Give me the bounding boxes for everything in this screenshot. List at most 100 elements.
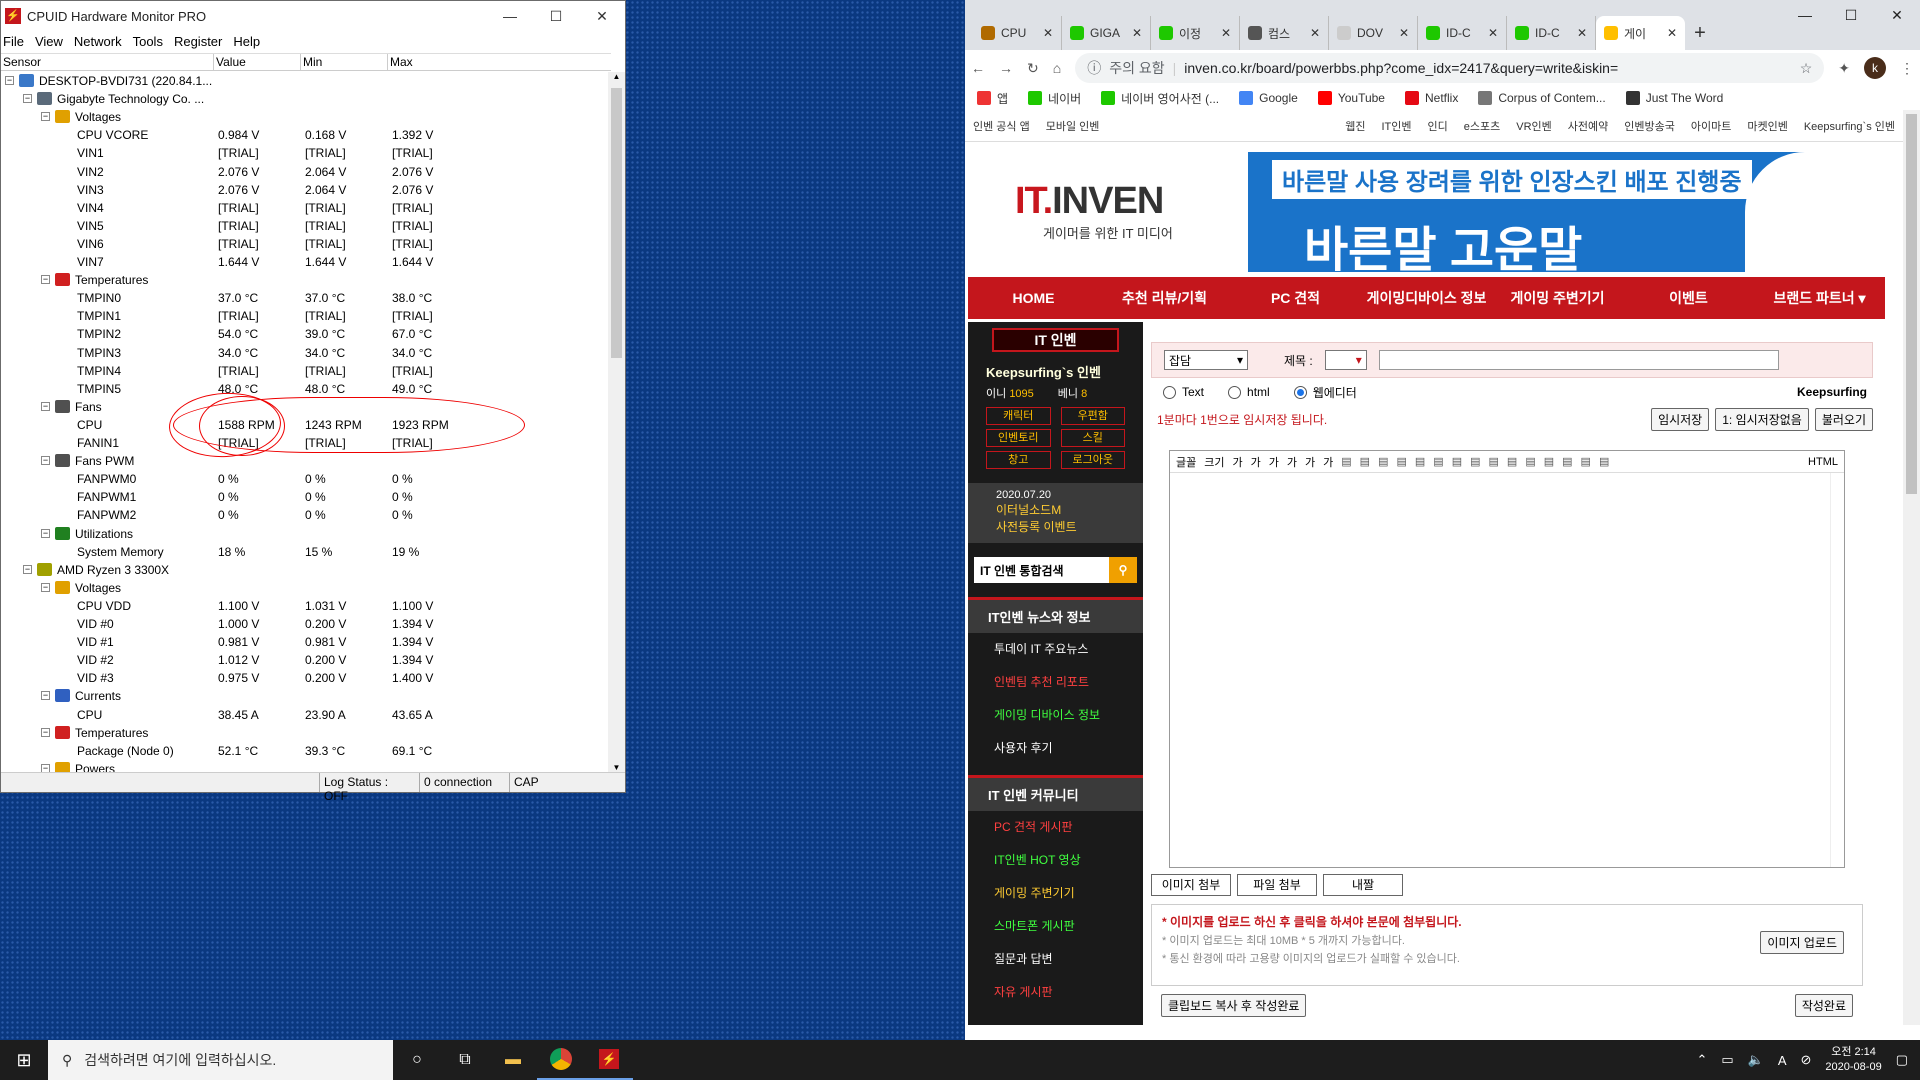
chrome-window[interactable]: CPU ✕ GIGA ✕ 이정 ✕ 컴스 ✕ DOV ✕ ID-C ✕ ID-C ✕ 게이 ✕ + — ☐ ✕… [965, 0, 1920, 1040]
user-menu-button[interactable]: 창고 [986, 451, 1051, 469]
globe-icon[interactable]: ▤ [1599, 455, 1609, 468]
sensor-row[interactable]: CPU VCORE 0.984 V 0.168 V 1.392 V [1, 126, 609, 144]
sensor-row[interactable]: VIN4 [TRIAL] [TRIAL] [TRIAL] [1, 199, 609, 217]
notification-off-icon[interactable]: ⊘ [1801, 1052, 1812, 1068]
maximize-button[interactable]: ☐ [533, 1, 579, 31]
notification-center-icon[interactable]: ▢ [1896, 1052, 1908, 1068]
editor-tool-button[interactable]: 가 [1269, 454, 1279, 470]
col-value[interactable]: Value [214, 54, 301, 70]
tree-toggle[interactable]: − [41, 456, 50, 466]
tree-toggle[interactable]: − [41, 691, 50, 701]
browser-tab[interactable]: CPU ✕ [973, 16, 1062, 50]
extensions-icon[interactable]: ✦ [1838, 60, 1850, 77]
user-menu-button[interactable]: 스킬 [1060, 429, 1125, 447]
my-image-button[interactable]: 내짤 [1323, 874, 1403, 896]
tree-node[interactable]: − DESKTOP-BVDI731 (220.84.1... [1, 72, 609, 90]
sensor-row[interactable]: TMPIN5 48.0 °C 48.0 °C 49.0 °C [1, 380, 609, 398]
image-attach-button[interactable]: 이미지 첨부 [1151, 874, 1231, 896]
tree-toggle[interactable]: − [41, 763, 50, 772]
user-menu-button[interactable]: 로그아웃 [1060, 451, 1125, 469]
site-link[interactable]: 웹진 [1345, 118, 1365, 134]
tab-close-icon[interactable]: ✕ [1221, 26, 1231, 40]
user-menu-button[interactable]: 우편함 [1060, 407, 1125, 425]
site-link[interactable]: VR인벤 [1516, 118, 1552, 134]
sensor-row[interactable]: TMPIN0 37.0 °C 37.0 °C 38.0 °C [1, 289, 609, 307]
event-banner[interactable]: 2020.07.20 이터널소드M 사전등록 이벤트 [968, 483, 1143, 543]
bullet-list-icon[interactable]: ▤ [1470, 455, 1480, 468]
load-button[interactable]: 불러오기 [1814, 407, 1873, 431]
justify-icon[interactable]: ▤ [1396, 455, 1406, 468]
tab-close-icon[interactable]: ✕ [1488, 26, 1498, 40]
tree-toggle[interactable]: − [23, 564, 32, 574]
site-link[interactable]: 아이마트 [1691, 118, 1731, 134]
site-link[interactable]: 마켓인벤 [1747, 118, 1787, 134]
url-text[interactable]: inven.co.kr/board/powerbbs.php?come_idx=… [1184, 60, 1618, 76]
community-link[interactable]: IT인벤 HOT 영상 [968, 844, 1143, 877]
nav-item[interactable]: 게이밍디바이스 정보 [1361, 288, 1492, 308]
editor-tool-button[interactable]: 가 [1323, 454, 1333, 470]
scrollbar-thumb[interactable] [611, 88, 622, 358]
tree-node[interactable]: − Gigabyte Technology Co. ... [1, 90, 609, 108]
bookmark-item[interactable]: 네이버 [1028, 90, 1081, 107]
tree-node[interactable]: − Utilizations [1, 525, 609, 543]
taskbar-search[interactable]: ⚲ 검색하려면 여기에 입력하십시오. [48, 1040, 393, 1080]
network-icon[interactable]: ▭ [1721, 1052, 1733, 1068]
image-upload-button[interactable]: 이미지 업로드 [1760, 931, 1844, 954]
tree-toggle[interactable]: − [41, 275, 50, 285]
sensor-row[interactable]: VIN6 [TRIAL] [TRIAL] [TRIAL] [1, 235, 609, 253]
tree-node[interactable]: − Temperatures [1, 724, 609, 742]
sensor-row[interactable]: TMPIN3 34.0 °C 34.0 °C 34.0 °C [1, 344, 609, 362]
nav-item[interactable]: 추천 리뷰/기획 [1099, 288, 1230, 308]
align-left-icon[interactable]: ▤ [1341, 455, 1351, 468]
file-explorer-icon[interactable]: ▬ [489, 1040, 537, 1080]
menu-tools[interactable]: Tools [131, 34, 172, 49]
page-scrollbar-thumb[interactable] [1906, 114, 1917, 494]
profile-avatar[interactable]: k [1864, 57, 1886, 79]
editor-tool-button[interactable]: 가 [1251, 454, 1261, 470]
info-icon[interactable]: ⓘ [1087, 58, 1101, 78]
nav-item[interactable]: HOME [968, 290, 1099, 306]
quote-icon[interactable]: ▤ [1525, 455, 1535, 468]
clipboard-submit-button[interactable]: 클립보드 복사 후 작성완료 [1161, 994, 1307, 1017]
it-inven-logo[interactable]: IT.INVEN 게이머를 위한 IT 미디어 [1015, 180, 1173, 242]
sensor-row[interactable]: FANPWM1 0 % 0 % 0 % [1, 488, 609, 506]
submit-button[interactable]: 작성완료 [1794, 994, 1853, 1017]
outdent-icon[interactable]: ▤ [1433, 455, 1443, 468]
clock[interactable]: 오전 2:14 2020-08-09 [1825, 1045, 1881, 1075]
community-link[interactable]: 스마트폰 게시판 [968, 910, 1143, 943]
tree-node[interactable]: − AMD Ryzen 3 3300X [1, 561, 609, 579]
bookmark-item[interactable]: YouTube [1317, 91, 1385, 105]
bookmark-item[interactable]: 네이버 영어사전 (... [1101, 90, 1219, 107]
community-link[interactable]: 자유 게시판 [968, 976, 1143, 1009]
news-link[interactable]: 인벤팀 추천 리포트 [968, 666, 1143, 699]
sidebar-search-input[interactable]: IT 인벤 통합검색 [980, 562, 1064, 579]
sensor-row[interactable]: TMPIN4 [TRIAL] [TRIAL] [TRIAL] [1, 362, 609, 380]
chrome-maximize-button[interactable]: ☐ [1828, 0, 1874, 30]
menu-help[interactable]: Help [231, 34, 269, 49]
tree-toggle[interactable]: − [41, 727, 50, 737]
browser-tab[interactable]: 게이 ✕ [1596, 16, 1685, 50]
windows-start-icon[interactable]: ⊞ [0, 1050, 48, 1071]
temp-save-select[interactable]: 1: 임시저장없음 [1715, 407, 1809, 431]
tab-close-icon[interactable]: ✕ [1667, 26, 1677, 40]
editor-tool-button[interactable]: 크기 [1204, 454, 1224, 470]
mobile-link[interactable]: 모바일 인벤 [1046, 118, 1100, 134]
news-link[interactable]: 사용자 후기 [968, 732, 1143, 765]
task-view-icon[interactable]: ⧉ [441, 1040, 489, 1080]
col-max[interactable]: Max [388, 54, 611, 70]
browser-tab[interactable]: ID-C ✕ [1418, 16, 1507, 50]
bookmark-item[interactable]: Just The Word [1625, 91, 1723, 105]
align-center-icon[interactable]: ▤ [1360, 455, 1370, 468]
web-editor[interactable]: 글꼴 크기 가 가 가 가 가 가 ▤ ▤ ▤ ▤ ▤ ▤ ▤ ▤ ▤ ▤ ▤ ▤ ▤ ▤ ▤ HTML [1169, 450, 1845, 868]
page-scrollbar[interactable] [1903, 110, 1920, 1025]
tree-toggle[interactable]: − [41, 112, 50, 122]
community-link[interactable]: 질문과 답변 [968, 943, 1143, 976]
radio-html[interactable]: html [1228, 385, 1270, 399]
promo-banner[interactable]: 바른말 사용 장려를 위한 인장스킨 배포 진행중 바른말 고운말 [1248, 152, 1885, 277]
reload-icon[interactable]: ↻ [1027, 60, 1039, 77]
sensor-row[interactable]: VID #1 0.981 V 0.981 V 1.394 V [1, 633, 609, 651]
table-icon[interactable]: ▤ [1544, 455, 1554, 468]
image-icon[interactable]: ▤ [1507, 455, 1517, 468]
user-name[interactable]: Keepsurfing`s 인벤 [968, 358, 1143, 385]
indent-icon[interactable]: ▤ [1415, 455, 1425, 468]
